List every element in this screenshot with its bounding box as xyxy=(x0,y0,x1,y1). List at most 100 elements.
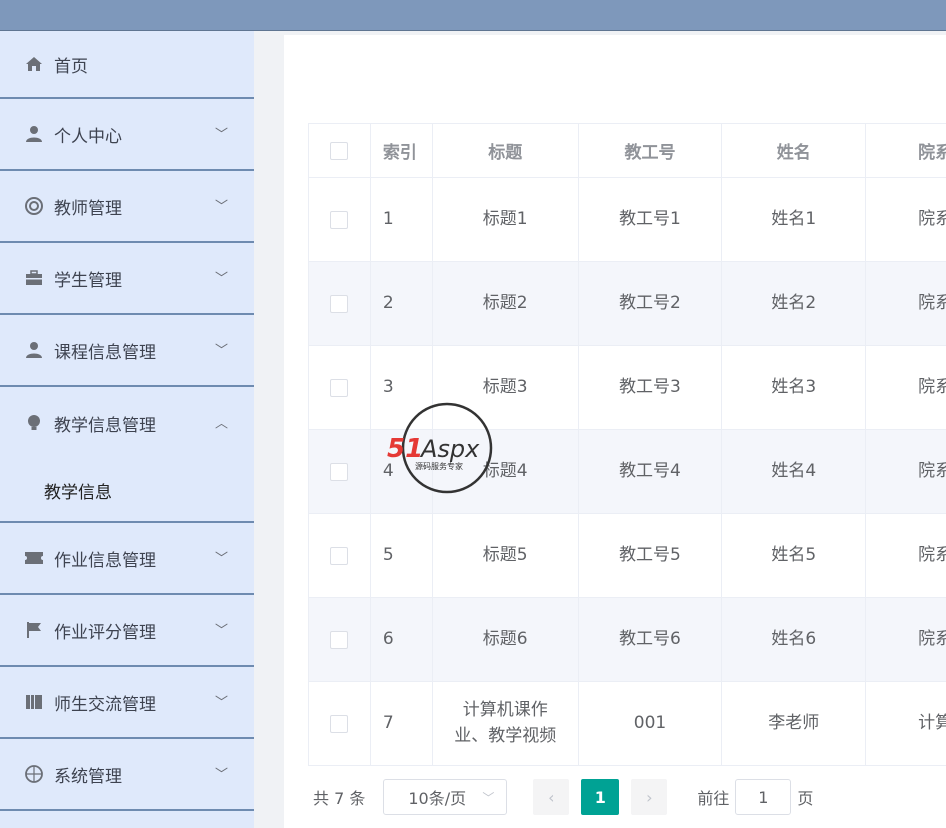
chevron-right-icon: › xyxy=(646,787,653,807)
row-select-cell xyxy=(309,346,371,429)
cell-dept: 计算 xyxy=(866,682,946,765)
sidebar-item-student-management[interactable]: 学生管理 ﹀ xyxy=(0,243,254,315)
ticket-icon xyxy=(24,548,44,568)
cell-staff-no: 教工号3 xyxy=(579,346,723,429)
page-button-current[interactable]: 1 xyxy=(581,779,620,815)
row-checkbox[interactable] xyxy=(330,714,349,733)
cell-dept: 院系 xyxy=(866,262,946,345)
cell-name: 姓名3 xyxy=(722,346,867,429)
row-select-cell xyxy=(309,682,371,765)
user-icon xyxy=(24,340,44,360)
table-row: 6 标题6 教工号6 姓名6 院系 xyxy=(309,598,946,682)
cell-name: 姓名1 xyxy=(722,178,867,261)
cell-staff-no: 教工号5 xyxy=(579,514,723,597)
user-icon xyxy=(24,124,44,144)
chevron-down-icon: ﹀ xyxy=(214,695,228,711)
top-bar xyxy=(0,0,946,31)
cell-index: 2 xyxy=(371,262,433,345)
row-select-cell xyxy=(309,514,371,597)
sidebar-item-label: 教学信息管理 xyxy=(54,415,156,436)
table-header: 索引 标题 教工号 姓名 院系 xyxy=(309,124,946,178)
cell-name: 姓名5 xyxy=(722,514,867,597)
sidebar-item-grading-management[interactable]: 作业评分管理 ﹀ xyxy=(0,595,254,667)
table-row: 1 标题1 教工号1 姓名1 院系 xyxy=(309,178,946,262)
cell-title: 标题5 xyxy=(433,514,579,597)
row-select-cell xyxy=(309,178,371,261)
sidebar-item-course-management[interactable]: 课程信息管理 ﹀ xyxy=(0,315,254,387)
sidebar-item-personal-center[interactable]: 个人中心 ﹀ xyxy=(0,99,254,171)
home-icon xyxy=(24,54,44,74)
jump-suffix: 页 xyxy=(797,789,814,808)
cell-dept: 院系 xyxy=(866,346,946,429)
sidebar-item-homework-management[interactable]: 作业信息管理 ﹀ xyxy=(0,523,254,595)
sidebar-item-label: 个人中心 xyxy=(54,126,122,147)
column-header-name: 姓名 xyxy=(722,124,867,177)
cell-dept: 院系 xyxy=(866,598,946,681)
sidebar-item-label: 学生管理 xyxy=(54,270,122,291)
column-header-index: 索引 xyxy=(371,124,433,177)
sidebar-item-communication-management[interactable]: 师生交流管理 ﹀ xyxy=(0,667,254,739)
sidebar-item-label: 师生交流管理 xyxy=(54,694,156,715)
row-checkbox[interactable] xyxy=(330,630,349,649)
book-icon xyxy=(24,692,44,712)
chevron-down-icon: ﹀ xyxy=(214,199,228,215)
column-header-title: 标题 xyxy=(433,124,579,177)
sidebar-subitem-teaching-info[interactable]: 教学信息 xyxy=(0,459,254,523)
cell-staff-no: 教工号2 xyxy=(579,262,723,345)
table-row: 2 标题2 教工号2 姓名2 院系 xyxy=(309,262,946,346)
chevron-down-icon: ﹀ xyxy=(214,127,228,143)
chevron-down-icon: ﹀ xyxy=(482,790,495,805)
cell-name: 姓名4 xyxy=(722,430,867,513)
sidebar: 首页 个人中心 ﹀ 教师管理 ﹀ 学生管理 ﹀ 课程信息管理 ﹀ 教学信息管理 xyxy=(0,31,254,828)
select-all-checkbox[interactable] xyxy=(330,141,349,160)
chevron-down-icon: ﹀ xyxy=(214,343,228,359)
jump-page-input[interactable]: 1 xyxy=(735,779,792,815)
row-checkbox[interactable] xyxy=(330,294,349,313)
column-header-dept: 院系 xyxy=(866,124,946,177)
cell-title: 标题2 xyxy=(433,262,579,345)
sidebar-item-label: 教师管理 xyxy=(54,198,122,219)
row-checkbox[interactable] xyxy=(330,462,349,481)
page-size-select[interactable]: 10条/页 ﹀ xyxy=(383,779,508,815)
sidebar-item-label: 作业信息管理 xyxy=(54,550,156,571)
chevron-down-icon: ﹀ xyxy=(214,623,228,639)
watermark-logo: 51 Aspx 源码服务专家 xyxy=(385,402,515,494)
cell-staff-no: 教工号4 xyxy=(579,430,723,513)
next-page-button[interactable]: › xyxy=(631,779,668,815)
row-checkbox[interactable] xyxy=(330,546,349,565)
main-content: 索引 标题 教工号 姓名 院系 1 标题1 教工号1 姓名1 院系 2 标题2 … xyxy=(254,31,946,828)
lifebuoy-icon xyxy=(24,196,44,216)
svg-text:源码服务专家: 源码服务专家 xyxy=(415,461,463,471)
sidebar-item-system-management[interactable]: 系统管理 ﹀ xyxy=(0,739,254,811)
cell-index: 6 xyxy=(371,598,433,681)
cell-staff-no: 教工号1 xyxy=(579,178,723,261)
flag-icon xyxy=(24,620,44,640)
chevron-left-icon: ‹ xyxy=(548,787,555,807)
sidebar-item-label: 系统管理 xyxy=(54,766,122,787)
svg-text:51: 51 xyxy=(387,434,423,464)
cell-index: 7 xyxy=(371,682,433,765)
cell-staff-no: 教工号6 xyxy=(579,598,723,681)
sidebar-item-label: 作业评分管理 xyxy=(54,622,156,643)
cell-index: 1 xyxy=(371,178,433,261)
cell-dept: 院系 xyxy=(866,178,946,261)
content-panel: 索引 标题 教工号 姓名 院系 1 标题1 教工号1 姓名1 院系 2 标题2 … xyxy=(284,35,946,828)
sidebar-item-home[interactable]: 首页 xyxy=(0,31,254,99)
prev-page-button[interactable]: ‹ xyxy=(533,779,570,815)
cell-dept: 院系 xyxy=(866,430,946,513)
row-checkbox[interactable] xyxy=(330,378,349,397)
chevron-down-icon: ﹀ xyxy=(214,551,228,567)
sidebar-item-label: 首页 xyxy=(54,56,88,77)
sidebar-item-teaching-management[interactable]: 教学信息管理 ︿ xyxy=(0,387,254,459)
row-select-cell xyxy=(309,598,371,681)
cell-dept: 院系 xyxy=(866,514,946,597)
sidebar-item-teacher-management[interactable]: 教师管理 ﹀ xyxy=(0,171,254,243)
row-select-cell xyxy=(309,262,371,345)
cell-title: 标题1 xyxy=(433,178,579,261)
cell-staff-no: 001 xyxy=(579,682,723,765)
row-checkbox[interactable] xyxy=(330,210,349,229)
svg-text:Aspx: Aspx xyxy=(419,435,480,463)
cell-index: 5 xyxy=(371,514,433,597)
chevron-up-icon: ︿ xyxy=(214,416,228,432)
row-select-cell xyxy=(309,430,371,513)
